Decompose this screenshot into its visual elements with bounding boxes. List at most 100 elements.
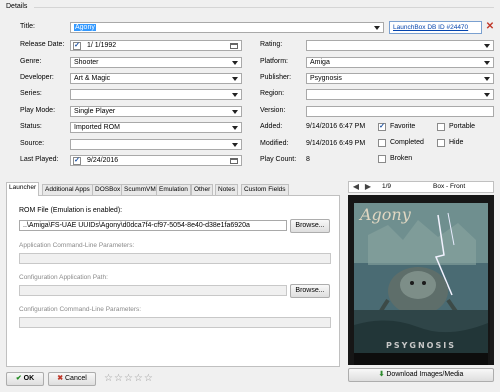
status-value: Imported ROM	[74, 124, 120, 131]
image-nav-bar: ◀ ▶ 1/9 Box - Front	[348, 181, 494, 193]
cancel-button[interactable]: ✖ Cancel	[48, 372, 96, 386]
launchbox-db-link[interactable]: LaunchBox DB ID #24470	[389, 21, 482, 34]
cancel-icon: ✖	[57, 375, 65, 382]
rating-stars[interactable]: ☆ ☆ ☆ ☆ ☆	[104, 374, 154, 384]
tab-launcher[interactable]: Launcher	[6, 182, 40, 196]
developer-combo[interactable]: Art & Magic	[70, 73, 242, 84]
tab-additional-apps[interactable]: Additional Apps	[42, 184, 93, 195]
star-icon[interactable]: ☆	[134, 374, 143, 384]
title-combo[interactable]: Agony	[70, 22, 384, 33]
publisher-combo[interactable]: Psygnosis	[306, 73, 494, 84]
details-group-line	[34, 7, 494, 8]
cover-title-text: Agony	[360, 205, 411, 224]
platform-combo[interactable]: Amiga	[306, 57, 494, 68]
tab-emulation[interactable]: Emulation	[156, 184, 191, 195]
release-date-checkbox[interactable]: ✓	[73, 42, 81, 50]
series-label: Series:	[20, 90, 42, 97]
rating-label: Rating:	[260, 41, 283, 48]
lastplayed-label: Last Played:	[20, 156, 59, 163]
status-combo[interactable]: Imported ROM	[70, 122, 242, 133]
portable-checkbox[interactable]	[437, 123, 445, 131]
version-label: Version:	[260, 107, 286, 114]
launcher-panel: ROM File (Emulation is enabled): ..\Amig…	[6, 195, 340, 367]
added-label: Added:	[260, 123, 283, 130]
genre-label: Genre:	[20, 58, 42, 65]
tab-scummvm[interactable]: ScummVM	[121, 184, 159, 195]
playmode-combo[interactable]: Single Player	[70, 106, 242, 117]
series-combo[interactable]	[70, 89, 242, 100]
config-path-input[interactable]	[19, 285, 287, 296]
title-value: Agony	[74, 24, 96, 31]
cancel-label: Cancel	[65, 375, 87, 382]
download-images-button[interactable]: ⬇ Download Images/Media	[348, 368, 494, 382]
app-params-label: Application Command-Line Parameters:	[19, 242, 135, 249]
calendar-icon	[230, 158, 238, 164]
broken-checkbox[interactable]	[378, 155, 386, 163]
image-type-label: Box - Front	[433, 183, 466, 190]
cover-publisher-text: PSYGNOSIS	[386, 341, 456, 350]
star-icon[interactable]: ☆	[114, 374, 123, 384]
source-combo[interactable]	[70, 139, 242, 150]
hide-checkbox[interactable]	[437, 139, 445, 147]
dropdown-arrow-icon	[232, 93, 238, 97]
next-image-icon[interactable]: ▶	[363, 182, 373, 192]
ok-button[interactable]: ✔ OK	[6, 372, 44, 386]
dropdown-arrow-icon	[232, 143, 238, 147]
modified-value: 9/14/2016 6:49 PM	[306, 140, 366, 147]
completed-checkbox[interactable]	[378, 139, 386, 147]
tab-custom-fields[interactable]: Custom Fields	[241, 184, 289, 195]
config-browse-button[interactable]: Browse...	[290, 284, 330, 298]
playcount-label: Play Count:	[260, 156, 297, 163]
completed-label: Completed	[390, 139, 424, 146]
dropdown-arrow-icon	[232, 126, 238, 130]
genre-value: Shooter	[74, 59, 99, 66]
page-indicator: 1/9	[382, 183, 392, 190]
tab-notes[interactable]: Notes	[215, 184, 238, 195]
tab-other[interactable]: Other	[191, 184, 214, 195]
config-params-input[interactable]	[19, 317, 331, 328]
dropdown-arrow-icon	[484, 93, 490, 97]
star-icon[interactable]: ☆	[124, 374, 133, 384]
star-icon[interactable]: ☆	[144, 374, 153, 384]
platform-value: Amiga	[310, 59, 330, 66]
platform-label: Platform:	[260, 58, 289, 65]
calendar-dropdown[interactable]	[228, 42, 240, 50]
rom-browse-button[interactable]: Browse...	[290, 219, 330, 233]
calendar-dropdown[interactable]	[228, 157, 240, 165]
favorite-checkbox[interactable]: ✓	[378, 123, 386, 131]
portable-label: Portable	[449, 123, 476, 130]
developer-value: Art & Magic	[74, 75, 111, 82]
star-icon[interactable]: ☆	[104, 374, 113, 384]
genre-combo[interactable]: Shooter	[70, 57, 242, 68]
dropdown-arrow-icon	[484, 77, 490, 81]
broken-label: Broken	[390, 155, 413, 162]
lastplayed-checkbox[interactable]: ✓	[73, 157, 81, 165]
details-group-label: Details	[6, 3, 28, 10]
rating-combo[interactable]	[306, 40, 494, 51]
dropdown-arrow-icon	[484, 44, 490, 48]
tab-dosbox[interactable]: DOSBox	[92, 184, 124, 195]
added-value: 9/14/2016 6:47 PM	[306, 123, 366, 130]
remove-db-link-icon[interactable]: ✕	[485, 22, 495, 32]
title-label: Title:	[20, 23, 35, 30]
release-date-value: 1/ 1/1992	[87, 42, 117, 49]
ok-label: OK	[23, 375, 35, 382]
box-art-image: Agony PSYGNOSIS	[348, 195, 494, 365]
hide-label: Hide	[449, 139, 464, 146]
calendar-icon	[230, 43, 238, 49]
region-combo[interactable]	[306, 89, 494, 100]
rom-file-label: ROM File (Emulation is enabled):	[19, 207, 123, 214]
app-params-input[interactable]	[19, 253, 331, 264]
release-date-field[interactable]: ✓ 1/ 1/1992	[70, 40, 242, 51]
dropdown-arrow-icon	[232, 110, 238, 114]
rom-file-input[interactable]: ..\Amiga\FS-UAE UUIDs\Agony\d0dca7f4-cf9…	[19, 220, 287, 231]
config-path-label: Configuration Application Path:	[19, 274, 108, 281]
modified-label: Modified:	[260, 140, 289, 147]
favorite-label: Favorite	[390, 123, 416, 130]
lastplayed-field[interactable]: ✓ 9/24/2016	[70, 155, 242, 166]
version-input[interactable]	[306, 106, 494, 117]
config-params-label: Configuration Command-Line Parameters:	[19, 306, 142, 313]
source-label: Source:	[20, 140, 45, 147]
previous-image-icon[interactable]: ◀	[351, 182, 361, 192]
dropdown-arrow-icon	[484, 61, 490, 65]
